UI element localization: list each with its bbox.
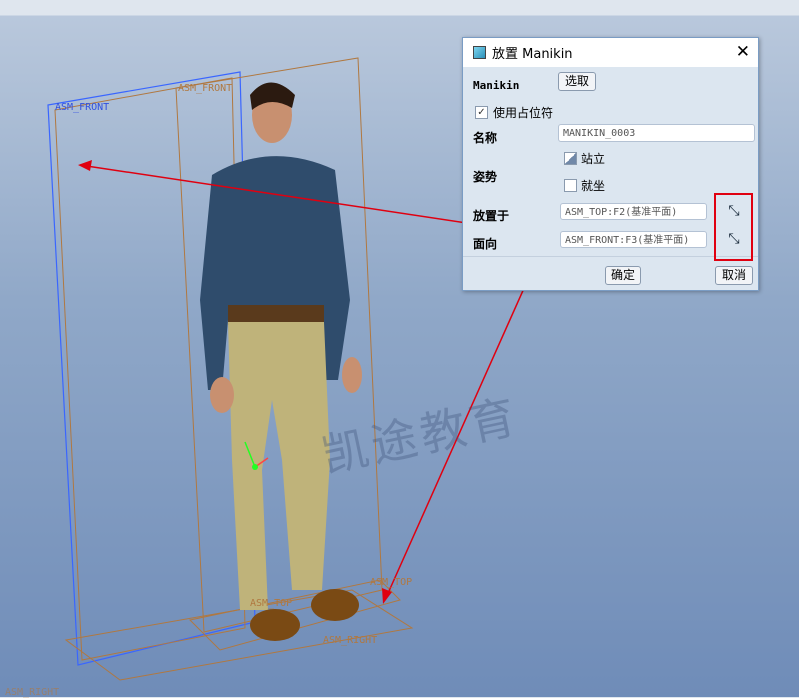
manikin-figure xyxy=(200,82,362,641)
plane-label-asm-top: ASM_TOP xyxy=(370,577,413,588)
dialog-titlebar[interactable]: 放置 Manikin xyxy=(463,38,758,67)
posture-standing-radio[interactable] xyxy=(564,152,577,165)
place-on-reference-field[interactable]: ASM_TOP:F2(基准平面) xyxy=(560,203,707,220)
asm-front-plane-blue xyxy=(47,71,256,666)
plane-label-asm-right-2: ASM_RIGHT xyxy=(5,687,60,698)
facing-reference-field[interactable]: ASM_FRONT:F3(基准平面) xyxy=(560,231,707,248)
ok-button[interactable]: 确定 xyxy=(605,266,641,285)
posture-label: 姿势 xyxy=(473,170,498,184)
plane-label-asm-top-2: ASM_TOP xyxy=(250,598,293,609)
posture-standing-label: 站立 xyxy=(581,152,606,166)
use-placeholder-label: 使用占位符 xyxy=(493,106,554,120)
facing-label: 面向 xyxy=(473,237,498,251)
plane-label-asm-front: ASM_FRONT xyxy=(178,83,233,94)
annotation-highlight-box xyxy=(714,193,753,261)
name-label: 名称 xyxy=(473,131,498,145)
posture-sitting-radio[interactable] xyxy=(564,179,577,192)
cancel-button[interactable]: 取消 xyxy=(715,266,753,285)
close-icon[interactable]: ✕ xyxy=(736,42,750,62)
dialog-app-icon xyxy=(473,46,486,59)
posture-sitting-label: 就坐 xyxy=(581,179,606,193)
plane-label-asm-right: ASM_RIGHT xyxy=(323,635,378,646)
manikin-label: Manikin xyxy=(473,79,520,92)
plane-label-asm-front-blue: ASM_FRONT xyxy=(55,102,110,113)
select-button[interactable]: 选取 xyxy=(558,72,596,91)
use-placeholder-checkbox[interactable]: ✓ xyxy=(475,106,488,119)
place-on-label: 放置于 xyxy=(473,209,510,223)
dialog-title: 放置 Manikin xyxy=(492,47,573,62)
name-input[interactable]: MANIKIN_0003 xyxy=(558,124,755,142)
